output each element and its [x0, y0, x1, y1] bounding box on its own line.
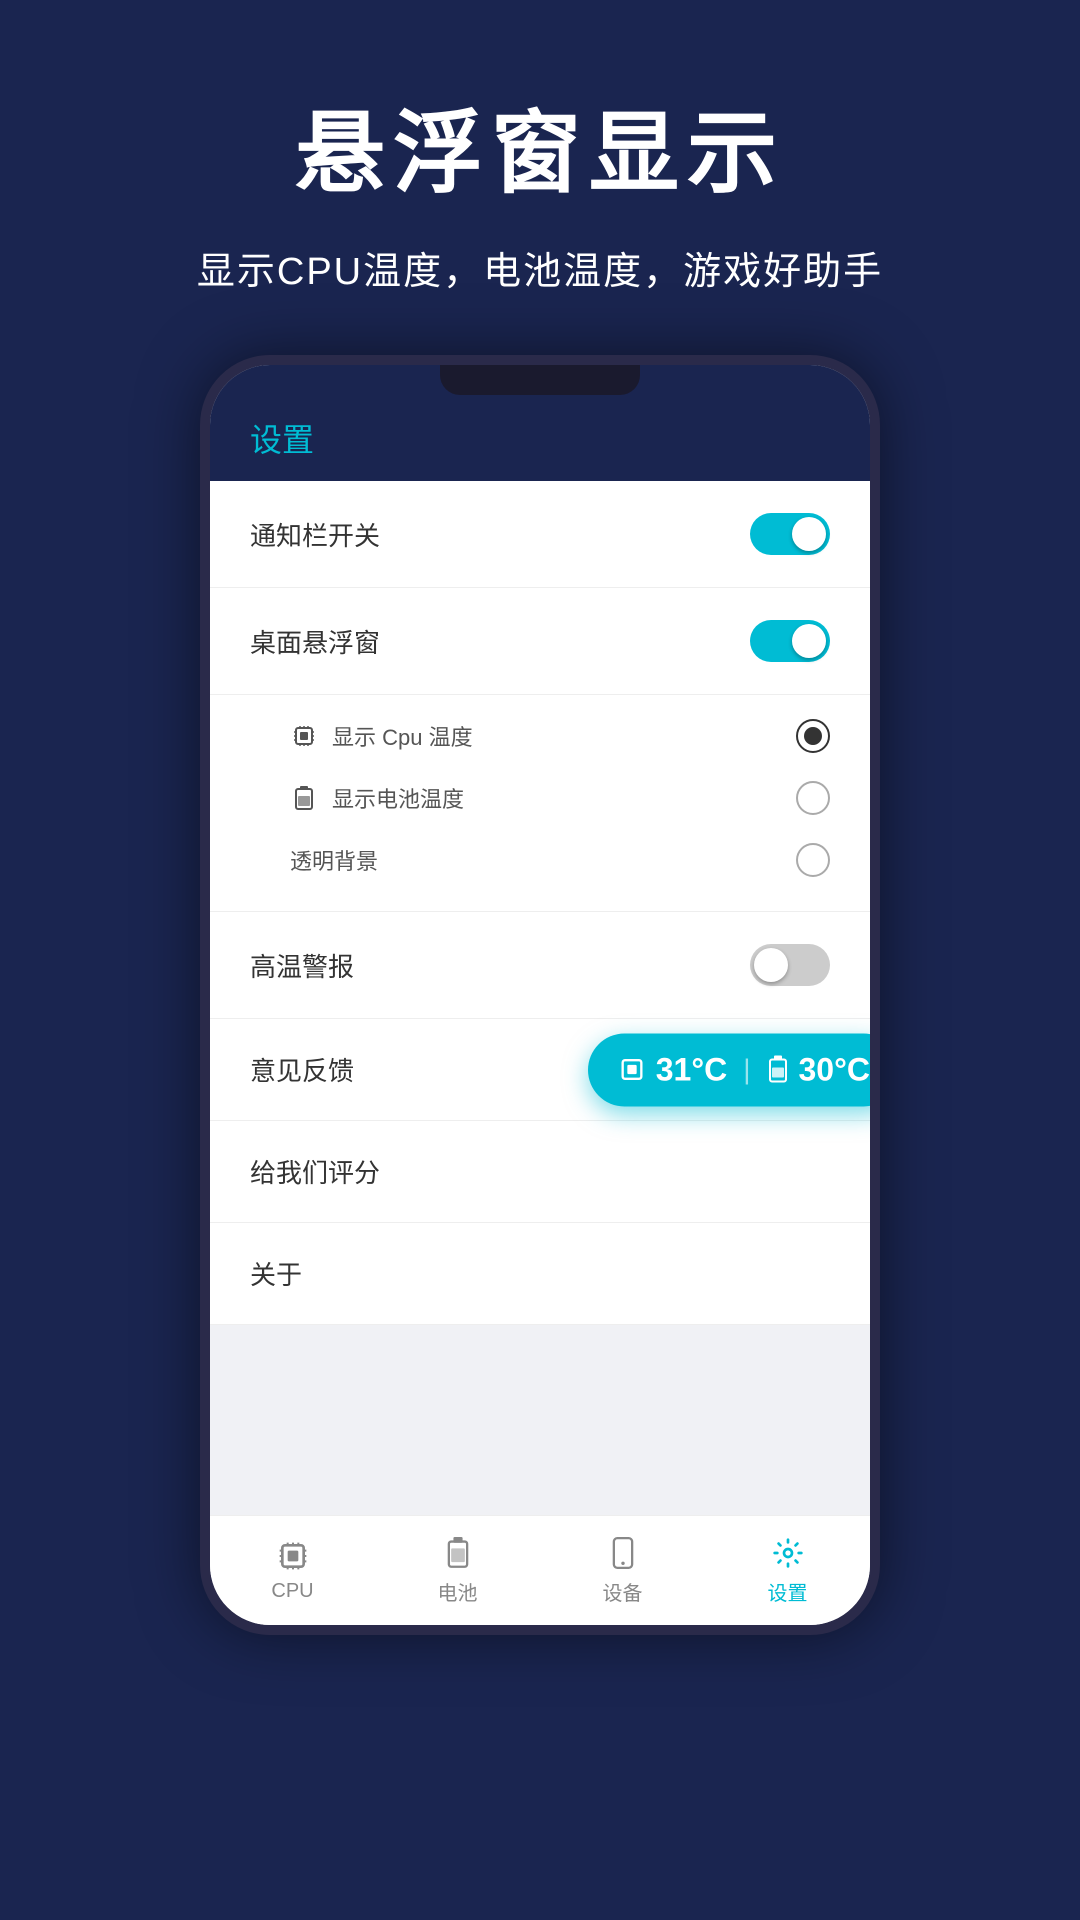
- battery-small-icon: [290, 784, 318, 812]
- high-temp-alert-toggle[interactable]: [750, 944, 830, 986]
- float-window-toggle[interactable]: [750, 620, 830, 662]
- phone-notch: [440, 365, 640, 395]
- nav-settings[interactable]: 设置: [705, 1516, 870, 1625]
- transparent-bg-item[interactable]: 透明背景: [290, 829, 830, 891]
- nav-settings-label: 设置: [768, 1577, 808, 1606]
- show-battery-temp-item[interactable]: 显示电池温度: [290, 767, 830, 829]
- notification-toggle-label: 通知栏开关: [250, 516, 380, 553]
- notification-toggle-item: 通知栏开关: [210, 481, 870, 588]
- high-temp-alert-item: 高温警报: [210, 912, 870, 1019]
- rate-us-label: 给我们评分: [250, 1153, 380, 1190]
- device-nav-icon: [605, 1535, 641, 1571]
- nav-cpu-label: CPU: [271, 1580, 313, 1603]
- phone-outer: 设置 通知栏开关 桌面悬浮窗: [200, 355, 880, 1635]
- feedback-label: 意见反馈: [250, 1051, 354, 1088]
- battery-temp-badge: 30°C: [767, 1051, 871, 1088]
- notification-toggle[interactable]: [750, 513, 830, 555]
- settings-list: 通知栏开关 桌面悬浮窗: [210, 481, 870, 1325]
- bottom-nav: CPU 电池: [210, 1515, 870, 1625]
- nav-device-label: 设备: [603, 1577, 643, 1606]
- toggle-knob: [792, 517, 826, 551]
- battery-nav-icon: [440, 1535, 476, 1571]
- show-cpu-temp-item[interactable]: 显示 Cpu 温度: [290, 705, 830, 767]
- rate-us-item[interactable]: 给我们评分: [210, 1121, 870, 1223]
- cpu-nav-icon: [275, 1538, 311, 1574]
- nav-cpu[interactable]: CPU: [210, 1516, 375, 1625]
- about-label: 关于: [250, 1255, 302, 1292]
- float-sub-items: 显示 Cpu 温度: [210, 695, 870, 912]
- cpu-temp-badge: 31°C: [618, 1051, 728, 1088]
- show-cpu-temp-label: 显示 Cpu 温度: [332, 720, 473, 752]
- transparent-bg-radio[interactable]: [796, 843, 830, 877]
- phone-screen: 设置 通知栏开关 桌面悬浮窗: [210, 365, 870, 1625]
- settings-body: 通知栏开关 桌面悬浮窗: [210, 481, 870, 1515]
- toggle-knob-3: [754, 948, 788, 982]
- feedback-item[interactable]: 意见反馈 31°C |: [210, 1019, 870, 1121]
- cpu-icon: [290, 722, 318, 750]
- main-title: 悬浮窗显示: [60, 80, 1020, 210]
- settings-page-title: 设置: [250, 422, 314, 458]
- high-temp-alert-label: 高温警报: [250, 947, 354, 984]
- sub-item-left-transparent: 透明背景: [290, 844, 378, 876]
- sub-item-left-cpu: 显示 Cpu 温度: [290, 720, 473, 752]
- show-cpu-temp-radio[interactable]: [796, 719, 830, 753]
- nav-device[interactable]: 设备: [540, 1516, 705, 1625]
- settings-nav-icon: [770, 1535, 806, 1571]
- toggle-knob-2: [792, 624, 826, 658]
- about-item[interactable]: 关于: [210, 1223, 870, 1325]
- badge-divider: |: [743, 1054, 750, 1086]
- floating-temperature-badge: 31°C | 30°C: [588, 1033, 870, 1106]
- sub-item-left-battery: 显示电池温度: [290, 782, 464, 814]
- transparent-bg-label: 透明背景: [290, 844, 378, 876]
- show-battery-temp-radio[interactable]: [796, 781, 830, 815]
- header-section: 悬浮窗显示 显示CPU温度，电池温度，游戏好助手: [0, 0, 1080, 335]
- show-battery-temp-label: 显示电池温度: [332, 782, 464, 814]
- float-window-toggle-label: 桌面悬浮窗: [250, 623, 380, 660]
- phone-container: 设置 通知栏开关 桌面悬浮窗: [200, 355, 880, 1635]
- subtitle: 显示CPU温度，电池温度，游戏好助手: [60, 240, 1020, 295]
- float-window-toggle-item: 桌面悬浮窗: [210, 588, 870, 695]
- nav-battery[interactable]: 电池: [375, 1516, 540, 1625]
- nav-battery-label: 电池: [438, 1577, 478, 1606]
